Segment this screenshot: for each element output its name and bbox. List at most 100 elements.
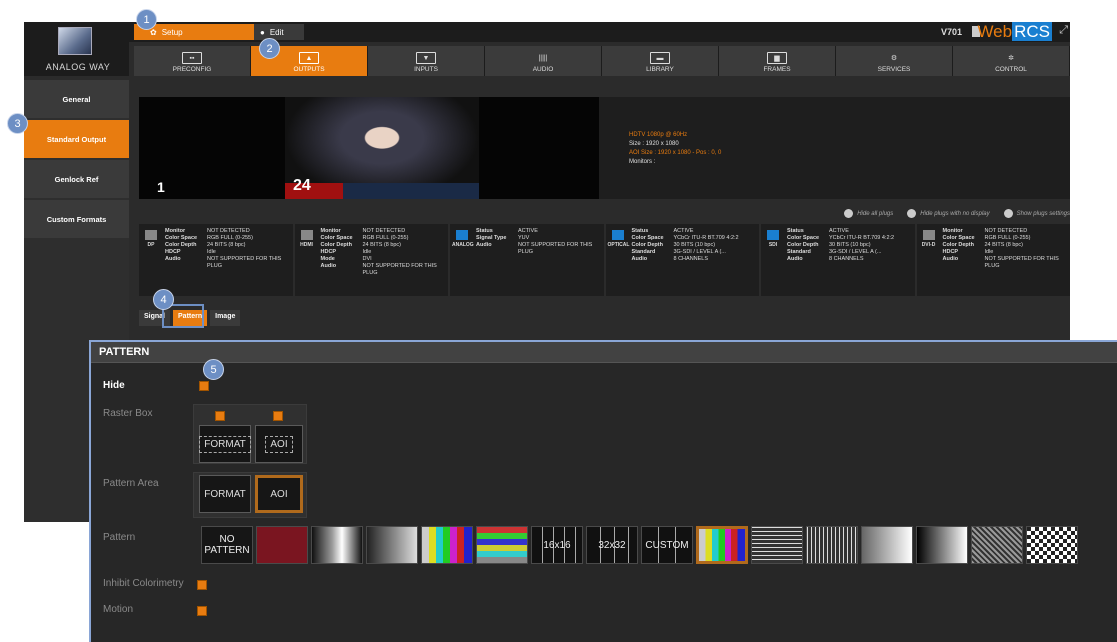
plug-type: ANALOG (452, 230, 474, 248)
pattern-option[interactable]: NO PATTERN (201, 526, 253, 564)
nav-preconfig[interactable]: ▪▪ PRECONFIG (134, 46, 251, 76)
callout-2: 2 (259, 38, 280, 59)
monitors-text: Monitors : (629, 159, 656, 165)
sidebar-item-genlock-ref[interactable]: Genlock Ref (24, 160, 129, 198)
plug-row: Audio 8 CHANNELS (787, 256, 864, 262)
plug-row: Color Space RGB FULL (0-255) (320, 235, 409, 241)
raster-aoi-thumb[interactable]: AOI (255, 425, 303, 463)
outputs-icon: ▲ (299, 52, 319, 64)
settings-gear-icon (1003, 208, 1013, 218)
nav-frames[interactable]: ▆ FRAMES (719, 46, 836, 76)
pattern-options: NO PATTERN 16x16 32x32 CUSTOM (201, 526, 1078, 564)
edit-icon: ● (260, 27, 265, 37)
plug-card[interactable]: DP Monitor NOT DETECTED Color Space RGB FULL… (139, 224, 293, 296)
aoi-text: AOI Size : 1920 x 1080 - Pos : 0, 0 (629, 150, 722, 156)
services-icon: ⚙ (890, 55, 898, 62)
pattern-option[interactable]: 32x32 (586, 526, 638, 564)
hide-no-display-icon (907, 208, 917, 218)
plug-row: Monitor NOT DETECTED (320, 228, 406, 234)
area-format-thumb[interactable]: FORMAT (199, 475, 251, 513)
raster-aoi-checkbox[interactable] (273, 411, 283, 421)
pattern-panel: PATTERN Hide Raster Box FORMAT AOI Patte… (89, 340, 1117, 642)
motion-label: Motion (103, 604, 134, 615)
callout-3: 3 (7, 113, 28, 134)
show-plug-settings[interactable]: Show plugs settings (1003, 208, 1070, 218)
plug-card[interactable]: SDI Status ACTIVE Color Space YCbCr ITU-R BT… (761, 224, 915, 296)
hide-checkbox[interactable] (199, 381, 209, 391)
pattern-option[interactable] (311, 526, 363, 564)
plug-row: Color Depth 24 BITS (8 bpc) (942, 242, 1024, 248)
sidebar-item-standard-output[interactable]: Standard Output (24, 120, 129, 158)
preconfig-icon: ▪▪ (182, 52, 202, 64)
pattern-option[interactable] (476, 526, 528, 564)
sidebar-item-custom-formats[interactable]: Custom Formats (24, 200, 129, 238)
pattern-option[interactable] (971, 526, 1023, 564)
pattern-option[interactable]: 16x16 (531, 526, 583, 564)
pattern-option[interactable] (421, 526, 473, 564)
top-bar: ✿ Setup ● Edit V701 Web RCS ⤢ (24, 22, 1070, 42)
plug-row: Status ACTIVE (476, 228, 538, 234)
analog-way-logo: ANALOG WAY (24, 22, 129, 76)
plug-row: Monitor NOT DETECTED (165, 228, 250, 234)
nav-audio[interactable]: ||||| AUDIO (485, 46, 602, 76)
nav-control[interactable]: ✲ CONTROL (953, 46, 1070, 76)
plug-row: Audio NOT SUPPORTED FOR THIS PLUG (476, 242, 593, 255)
plug-card[interactable]: ANALOG Status ACTIVE Signal Type YUV Audio NOT… (450, 224, 604, 296)
hide-label: Hide (103, 380, 125, 391)
plug-card[interactable]: OPTICAL Status ACTIVE Color Space YCbCr ITU-… (605, 224, 759, 296)
app-root: ✿ Setup ● Edit V701 Web RCS ⤢ ANALOG WAY … (0, 0, 1117, 642)
plug-card[interactable]: DVI-D Monitor NOT DETECTED Color Space RGB F… (916, 224, 1070, 296)
area-aoi-thumb[interactable]: AOI (255, 475, 303, 513)
pattern-option[interactable] (1026, 526, 1078, 564)
plug-details: Status ACTIVE Color Space YCbCr ITU-R BT.70… (632, 228, 758, 263)
edit-mode-tab[interactable]: ● Edit (254, 24, 304, 40)
size-text: Size : 1920 x 1080 (629, 141, 679, 147)
plug-details: Status ACTIVE Signal Type YUV Audio NOT SUPPO… (476, 228, 602, 256)
pattern-option[interactable] (861, 526, 913, 564)
raster-format-checkbox[interactable] (215, 411, 225, 421)
tab-image[interactable]: Image (210, 310, 241, 326)
raster-format-thumb[interactable]: FORMAT (199, 425, 251, 463)
connector-icon (456, 230, 468, 240)
hide-no-display-plugs[interactable]: Hide plugs with no display (907, 208, 990, 218)
pattern-option[interactable] (256, 526, 308, 564)
news-banner (285, 183, 479, 199)
pattern-option[interactable] (806, 526, 858, 564)
hide-all-plugs[interactable]: Hide all plugs (844, 208, 893, 218)
nav-inputs[interactable]: ▼ INPUTS (368, 46, 485, 76)
plug-row: Audio NOT SUPPORTED FOR THIS PLUG (320, 263, 437, 276)
channel-number: 24 (293, 177, 311, 194)
pattern-option[interactable] (751, 526, 803, 564)
plug-row: Audio NOT SUPPORTED FOR THIS PLUG (942, 256, 1059, 269)
plug-row: Audio NOT SUPPORTED FOR THIS PLUG (165, 256, 282, 269)
setup-label: Setup (161, 27, 183, 37)
sidebar-item-general[interactable]: General (24, 80, 129, 118)
inhibit-colorimetry-checkbox[interactable] (197, 580, 207, 590)
pattern-option[interactable] (696, 526, 748, 564)
nav-library[interactable]: ▬ LIBRARY (602, 46, 719, 76)
nav-services[interactable]: ⚙ SERVICES (836, 46, 953, 76)
plug-row: HDCP Idle (320, 249, 372, 255)
version-label: V701 (940, 27, 962, 37)
motion-checkbox[interactable] (197, 606, 207, 616)
plug-card[interactable]: HDMI Monitor NOT DETECTED Color Space RGB FU… (294, 224, 448, 296)
connector-icon (300, 230, 313, 240)
callout-5: 5 (203, 359, 224, 380)
plug-type: HDMI (297, 230, 317, 248)
plug-row: Color Depth 24 BITS (8 bpc) (320, 242, 402, 248)
pattern-option[interactable]: CUSTOM (641, 526, 693, 564)
frames-icon: ▆ (767, 52, 787, 64)
plug-type: SDI (763, 230, 783, 248)
connector-icon (922, 230, 935, 240)
plug-actions: Hide all plugs Hide plugs with no displa… (139, 206, 1070, 220)
panel-title: PATTERN (91, 342, 1117, 363)
plug-details: Monitor NOT DETECTED Color Space RGB FULL (… (943, 228, 1069, 270)
plug-row: HDCP Idle (165, 249, 216, 255)
pattern-label: Pattern (103, 532, 136, 543)
plug-type: OPTICAL (608, 230, 629, 248)
pattern-option[interactable] (916, 526, 968, 564)
plug-row: Status ACTIVE (631, 228, 694, 234)
pattern-option[interactable] (366, 526, 418, 564)
plug-type: DP (141, 230, 161, 248)
fullscreen-icon[interactable]: ⤢ (1059, 24, 1068, 37)
